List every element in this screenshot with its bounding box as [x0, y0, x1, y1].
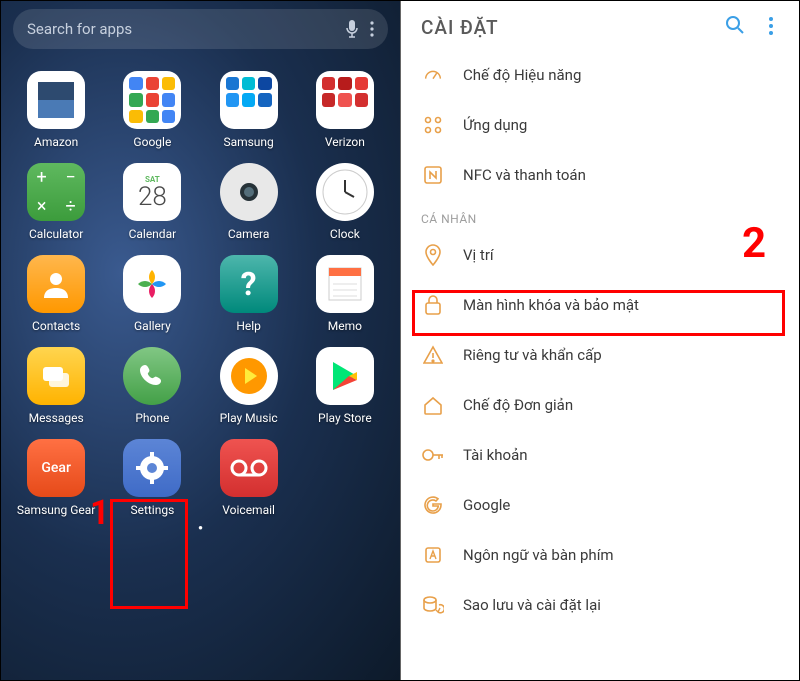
google-icon	[421, 493, 445, 517]
samsung-gear-icon: Gear	[27, 439, 85, 497]
settings-item-label: Sao lưu và cài đặt lại	[463, 596, 601, 614]
settings-item-alert[interactable]: Riêng tư và khẩn cấp	[401, 330, 799, 380]
app-settings[interactable]: Settings	[107, 439, 197, 517]
search-icon[interactable]	[723, 15, 747, 40]
app-playmusic[interactable]: Play Music	[204, 347, 294, 425]
apps-icon	[421, 113, 445, 137]
settings-screen: CÀI ĐẶT Chế độ Hiệu năng Ứng dụng NFC và t…	[400, 1, 799, 680]
settings-item-label: Màn hình khóa và bảo mật	[463, 296, 639, 314]
settings-item-label: Google	[463, 496, 510, 514]
app-voicemail[interactable]: Voicemail	[204, 439, 294, 517]
calculator-icon: +−×÷	[27, 163, 85, 221]
app-grid: Amazon Google Samsung Verizon +−×÷Calcul…	[1, 57, 400, 517]
settings-item-label: Vị trí	[463, 246, 494, 264]
app-memo[interactable]: Memo	[300, 255, 390, 333]
app-clock[interactable]: Clock	[300, 163, 390, 241]
samsung-folder-icon	[220, 71, 278, 129]
settings-item-label: Chế độ Hiệu năng	[463, 66, 581, 84]
play-music-icon	[220, 347, 278, 405]
settings-icon	[123, 439, 181, 497]
app-calendar[interactable]: SAT28Calendar	[107, 163, 197, 241]
verizon-folder-icon	[316, 71, 374, 129]
nfc-icon	[421, 163, 445, 187]
app-samsung[interactable]: Samsung	[204, 71, 294, 149]
clock-icon	[316, 163, 374, 221]
settings-item-key[interactable]: Tài khoản	[401, 430, 799, 480]
memo-icon	[316, 255, 374, 313]
annotation-label-2: 2	[742, 219, 766, 268]
search-placeholder: Search for apps	[27, 20, 334, 38]
page-indicator: ●	[1, 517, 400, 538]
app-contacts[interactable]: Contacts	[11, 255, 101, 333]
phone-icon	[123, 347, 181, 405]
contacts-icon	[27, 255, 85, 313]
settings-item-label: Riêng tư và khẩn cấp	[463, 346, 602, 364]
settings-item-label: Ứng dụng	[463, 116, 527, 134]
settings-item-home[interactable]: Chế độ Đơn giản	[401, 380, 799, 430]
app-amazon[interactable]: Amazon	[11, 71, 101, 149]
app-verizon[interactable]: Verizon	[300, 71, 390, 149]
settings-item-nfc[interactable]: NFC và thanh toán	[401, 150, 799, 200]
key-icon	[421, 443, 445, 467]
calendar-icon: SAT28	[123, 163, 181, 221]
help-icon: ?	[220, 255, 278, 313]
settings-item-backup[interactable]: Sao lưu và cài đặt lại	[401, 580, 799, 630]
settings-item-location[interactable]: Vị trí	[401, 230, 799, 280]
settings-item-label: NFC và thanh toán	[463, 166, 586, 184]
app-help[interactable]: ?Help	[204, 255, 294, 333]
settings-item-google[interactable]: Google	[401, 480, 799, 530]
play-store-icon	[316, 347, 374, 405]
mic-icon[interactable]	[344, 19, 360, 39]
settings-item-label: Chế độ Đơn giản	[463, 396, 573, 414]
settings-item-label: Tài khoản	[463, 446, 528, 464]
google-folder-icon	[123, 71, 181, 129]
settings-section-header: CÁ NHÂN	[401, 200, 799, 230]
annotation-label-1: 1	[90, 493, 110, 533]
settings-item-gauge[interactable]: Chế độ Hiệu năng	[401, 50, 799, 100]
more-icon[interactable]	[370, 21, 374, 37]
backup-icon	[421, 593, 445, 617]
settings-item-lang[interactable]: Ngôn ngữ và bàn phím	[401, 530, 799, 580]
settings-item-lock[interactable]: Màn hình khóa và bảo mật	[401, 280, 799, 330]
settings-list[interactable]: Chế độ Hiệu năng Ứng dụng NFC và thanh toá…	[401, 50, 799, 630]
home-icon	[421, 393, 445, 417]
gauge-icon	[421, 63, 445, 87]
voicemail-icon	[220, 439, 278, 497]
more-icon[interactable]	[759, 16, 783, 40]
settings-header: CÀI ĐẶT	[401, 1, 799, 50]
messages-icon	[27, 347, 85, 405]
app-samsung-gear[interactable]: GearSamsung Gear	[11, 439, 101, 517]
settings-title: CÀI ĐẶT	[421, 16, 711, 39]
app-phone[interactable]: Phone	[107, 347, 197, 425]
app-messages[interactable]: Messages	[11, 347, 101, 425]
app-camera[interactable]: Camera	[204, 163, 294, 241]
alert-icon	[421, 343, 445, 367]
lock-icon	[421, 293, 445, 317]
search-bar[interactable]: Search for apps	[13, 9, 388, 49]
app-drawer-screen: Search for apps Amazon Google Samsung Ve…	[1, 1, 400, 680]
location-icon	[421, 243, 445, 267]
settings-item-label: Ngôn ngữ và bàn phím	[463, 546, 614, 564]
camera-icon	[220, 163, 278, 221]
gallery-icon	[123, 255, 181, 313]
settings-item-apps[interactable]: Ứng dụng	[401, 100, 799, 150]
app-calculator[interactable]: +−×÷Calculator	[11, 163, 101, 241]
app-google[interactable]: Google	[107, 71, 197, 149]
amazon-icon	[27, 71, 85, 129]
lang-icon	[421, 543, 445, 567]
app-gallery[interactable]: Gallery	[107, 255, 197, 333]
app-playstore[interactable]: Play Store	[300, 347, 390, 425]
